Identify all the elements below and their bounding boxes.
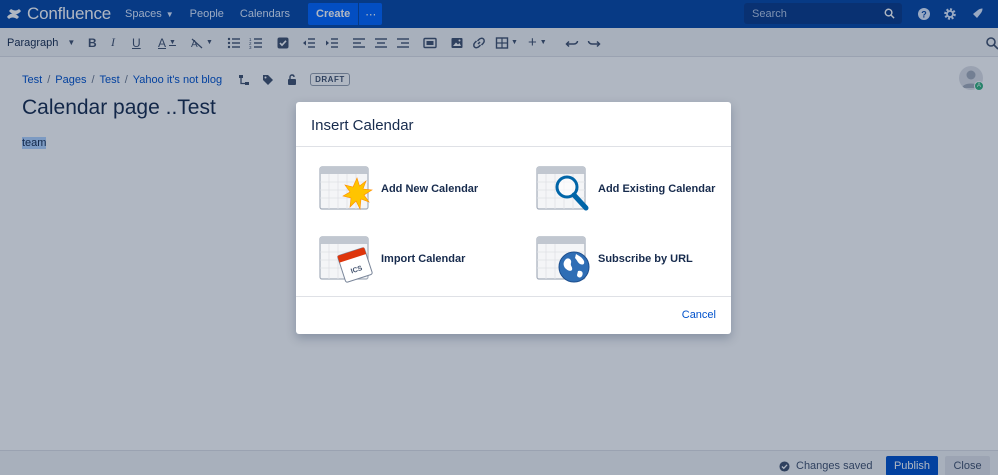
option-label: Subscribe by URL (598, 253, 693, 265)
insert-calendar-dialog: Insert Calendar Add New Calendar Add Exi… (296, 102, 731, 334)
dialog-divider (296, 296, 731, 297)
dialog-divider (296, 146, 731, 147)
add-new-calendar-option[interactable]: Add New Calendar (319, 165, 478, 213)
new-calendar-icon (319, 166, 373, 211)
cancel-button[interactable]: Cancel (682, 309, 716, 321)
option-label: Import Calendar (381, 253, 466, 265)
add-existing-calendar-option[interactable]: Add Existing Calendar (536, 165, 715, 213)
option-label: Add Existing Calendar (598, 183, 716, 195)
import-calendar-icon: ICS (319, 236, 373, 283)
option-label: Add New Calendar (381, 183, 479, 195)
existing-calendar-icon (536, 166, 589, 211)
import-calendar-option[interactable]: ICS Import Calendar (319, 235, 465, 283)
subscribe-by-url-option[interactable]: Subscribe by URL (536, 235, 693, 283)
dialog-title: Insert Calendar (311, 117, 414, 134)
subscribe-url-icon (536, 236, 590, 283)
